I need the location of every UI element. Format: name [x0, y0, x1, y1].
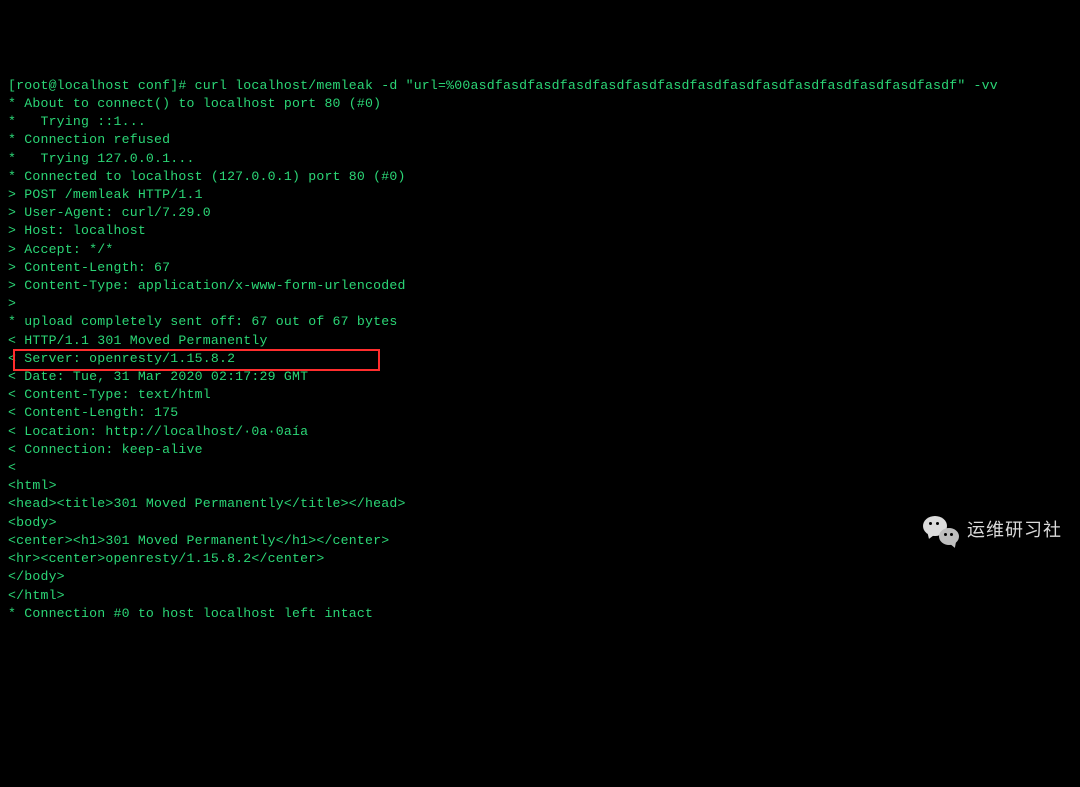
terminal-line: > POST /memleak HTTP/1.1 — [8, 186, 1072, 204]
terminal-line: > Host: localhost — [8, 222, 1072, 240]
watermark: 运维研习社 — [923, 516, 1062, 544]
terminal-line: < Content-Type: text/html — [8, 386, 1072, 404]
terminal-line: * About to connect() to localhost port 8… — [8, 95, 1072, 113]
terminal-line: > User-Agent: curl/7.29.0 — [8, 204, 1072, 222]
terminal-line: </html> — [8, 587, 1072, 605]
terminal-line: > Content-Length: 67 — [8, 259, 1072, 277]
terminal-line: < Connection: keep-alive — [8, 441, 1072, 459]
watermark-text: 运维研习社 — [967, 521, 1062, 539]
terminal-line: </body> — [8, 568, 1072, 586]
terminal-line: < Location: http://localhost/·0a·0aía — [8, 423, 1072, 441]
terminal-line: < Content-Length: 175 — [8, 404, 1072, 422]
terminal-line: [root@localhost conf]# curl localhost/me… — [8, 77, 1072, 95]
terminal-line: <head><title>301 Moved Permanently</titl… — [8, 495, 1072, 513]
terminal-line: <html> — [8, 477, 1072, 495]
terminal-line: < HTTP/1.1 301 Moved Permanently — [8, 332, 1072, 350]
terminal-line: > Content-Type: application/x-www-form-u… — [8, 277, 1072, 295]
terminal-output[interactable]: [root@localhost conf]# curl localhost/me… — [8, 77, 1072, 623]
terminal-line: < — [8, 459, 1072, 477]
terminal-line: > — [8, 295, 1072, 313]
terminal-line: * Trying ::1... — [8, 113, 1072, 131]
terminal-line: > Accept: */* — [8, 241, 1072, 259]
terminal-line: < Server: openresty/1.15.8.2 — [8, 350, 1072, 368]
terminal-line: <hr><center>openresty/1.15.8.2</center> — [8, 550, 1072, 568]
terminal-line: * upload completely sent off: 67 out of … — [8, 313, 1072, 331]
terminal-line: * Connection refused — [8, 131, 1072, 149]
terminal-line: <body> — [8, 514, 1072, 532]
terminal-line: * Trying 127.0.0.1... — [8, 150, 1072, 168]
wechat-icon — [923, 516, 957, 544]
terminal-line: < Date: Tue, 31 Mar 2020 02:17:29 GMT — [8, 368, 1072, 386]
terminal-line: * Connection #0 to host localhost left i… — [8, 605, 1072, 623]
terminal-line: <center><h1>301 Moved Permanently</h1></… — [8, 532, 1072, 550]
terminal-line: * Connected to localhost (127.0.0.1) por… — [8, 168, 1072, 186]
